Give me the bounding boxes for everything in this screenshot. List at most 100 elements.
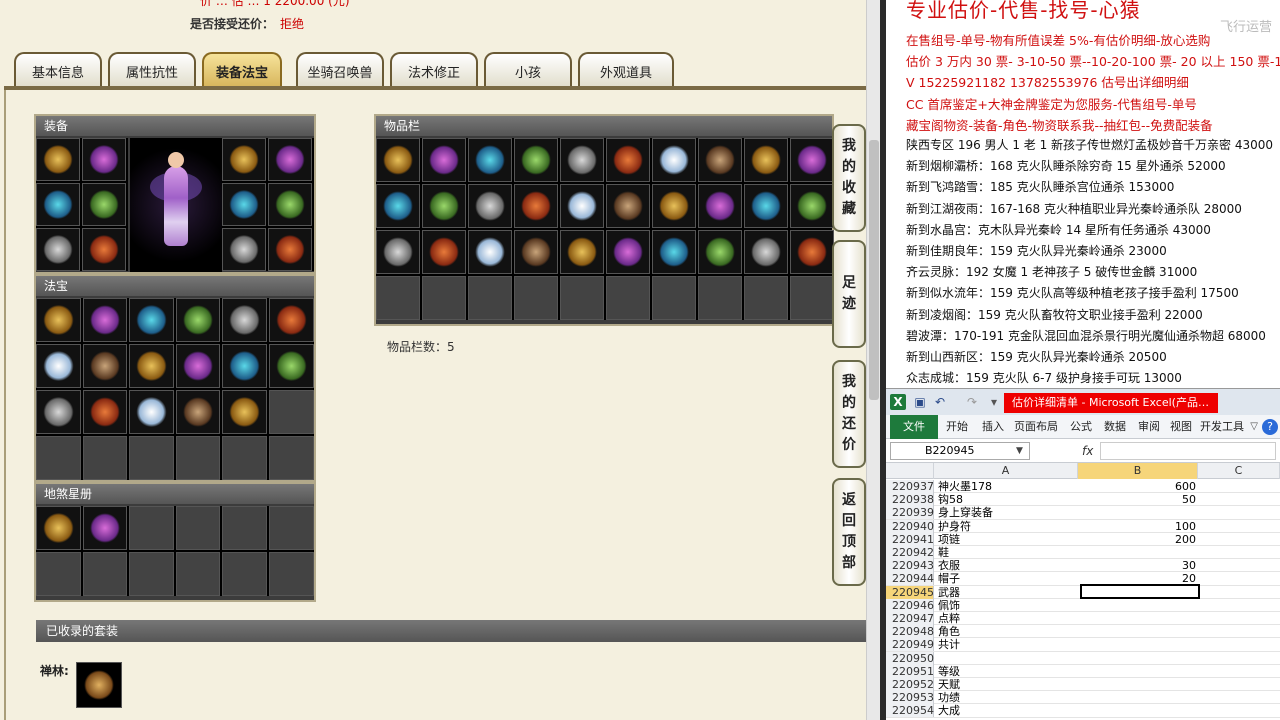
table-row[interactable]: 220945 武器 [886, 583, 1280, 599]
cell-a[interactable]: 共计 [938, 638, 1078, 651]
treasure-slot[interactable] [175, 344, 221, 388]
ribbon-tab-6[interactable]: 审阅 [1138, 415, 1160, 439]
inventory-slot[interactable] [790, 230, 834, 274]
cell-a[interactable]: 功绩 [938, 691, 1078, 704]
ribbon-tab-7[interactable]: 视图 [1170, 415, 1192, 439]
scrollbar-thumb[interactable] [869, 140, 879, 400]
cell-a[interactable]: 武器 [938, 586, 1078, 599]
row-number[interactable]: 220952 [886, 678, 934, 691]
ribbon-tab-0[interactable]: 文件 [890, 415, 938, 439]
cell-b[interactable]: 200 [1080, 533, 1196, 546]
table-row[interactable]: 220941 项链 200 [886, 532, 1280, 546]
table-row[interactable]: 220947 点粹 [886, 612, 1280, 626]
treasure-slot[interactable] [222, 436, 267, 480]
save-icon[interactable]: ▣ [912, 394, 928, 410]
equipment-slot[interactable] [36, 138, 80, 181]
equipment-slot[interactable] [222, 183, 266, 226]
inventory-slot[interactable] [606, 184, 650, 228]
cell-b[interactable]: 100 [1080, 520, 1196, 533]
tab-5[interactable]: 小孩 [484, 52, 572, 88]
treasure-slot[interactable] [36, 390, 81, 434]
treasure-slot[interactable] [268, 298, 314, 342]
tab-3[interactable]: 坐骑召唤兽 [296, 52, 384, 88]
row-number[interactable]: 220938 [886, 493, 934, 507]
redo-icon[interactable]: ↷ [964, 394, 980, 410]
cell-a[interactable]: 护身符 [938, 520, 1078, 533]
treasure-slot[interactable] [36, 436, 81, 480]
row-number[interactable]: 220948 [886, 625, 934, 639]
side-button-3[interactable]: 返回顶部 [832, 478, 866, 586]
inventory-slot[interactable] [468, 184, 512, 228]
row-number[interactable]: 220944 [886, 572, 934, 586]
equipment-slot[interactable] [268, 228, 312, 271]
inventory-slot[interactable] [376, 184, 420, 228]
inventory-slot[interactable] [468, 230, 512, 274]
table-row[interactable]: 220938 钩58 50 [886, 493, 1280, 507]
treasure-slot[interactable] [222, 390, 267, 434]
row-number[interactable]: 220954 [886, 704, 934, 718]
cell-a[interactable]: 等级 [938, 665, 1078, 678]
ribbon-tab-3[interactable]: 页面布局 [1014, 415, 1058, 439]
undo-icon[interactable]: ↶ [932, 394, 948, 410]
table-row[interactable]: 220954 大成 [886, 704, 1280, 718]
tab-0[interactable]: 基本信息 [14, 52, 102, 88]
table-row[interactable]: 220940 护身符 100 [886, 519, 1280, 533]
row-number[interactable]: 220941 [886, 532, 934, 546]
row-number[interactable]: 220949 [886, 638, 934, 652]
treasure-slot[interactable] [222, 344, 267, 388]
fx-label[interactable]: fx [1082, 442, 1093, 460]
inventory-slot[interactable] [744, 276, 788, 320]
formula-input[interactable] [1100, 442, 1276, 460]
treasure-slot[interactable] [268, 344, 314, 388]
inventory-slot[interactable] [376, 138, 420, 182]
cell-a[interactable]: 神火墨178 [938, 480, 1078, 493]
star-book-slot[interactable] [36, 552, 81, 596]
equipment-slot[interactable] [222, 228, 266, 271]
treasure-slot[interactable] [175, 298, 221, 342]
cell-a[interactable]: 项链 [938, 533, 1078, 546]
table-row[interactable]: 220951 等级 [886, 664, 1280, 678]
side-button-2[interactable]: 我的还价 [832, 360, 866, 468]
star-book-slot[interactable] [222, 552, 267, 596]
cell-a[interactable]: 点粹 [938, 612, 1078, 625]
cell-a[interactable]: 角色 [938, 625, 1078, 638]
equipment-slot[interactable] [82, 138, 126, 181]
tab-6[interactable]: 外观道具 [578, 52, 674, 88]
table-row[interactable]: 220937 神火墨178 600 [886, 480, 1280, 494]
side-button-0[interactable]: 我的收藏 [832, 124, 866, 232]
row-number[interactable]: 220945 [886, 585, 934, 599]
treasure-slot[interactable] [175, 390, 221, 434]
quick-access-caret-icon[interactable]: ▾ [986, 394, 1002, 410]
row-number[interactable]: 220940 [886, 519, 934, 533]
inventory-slot[interactable] [560, 138, 604, 182]
table-row[interactable]: 220949 共计 [886, 638, 1280, 652]
star-book-slot[interactable] [82, 506, 128, 550]
table-row[interactable]: 220943 衣服 30 [886, 559, 1280, 573]
equipment-slot[interactable] [36, 183, 80, 226]
star-book-slot[interactable] [268, 552, 314, 596]
inventory-slot[interactable] [744, 138, 788, 182]
row-number[interactable]: 220951 [886, 664, 934, 678]
ribbon-tab-4[interactable]: 公式 [1070, 415, 1092, 439]
cell-a[interactable]: 大成 [938, 704, 1078, 717]
treasure-slot[interactable] [222, 298, 267, 342]
inventory-slot[interactable] [606, 138, 650, 182]
ribbon-tab-2[interactable]: 插入 [982, 415, 1004, 439]
ribbon-tab-8[interactable]: 开发工具 [1200, 415, 1244, 439]
star-book-slot[interactable] [36, 506, 81, 550]
row-number[interactable]: 220939 [886, 506, 934, 520]
ribbon-collapse-icon[interactable]: ▽ [1250, 415, 1258, 439]
treasure-slot[interactable] [82, 390, 128, 434]
treasure-slot[interactable] [268, 436, 314, 480]
cell-b[interactable]: 600 [1080, 480, 1196, 493]
treasure-slot[interactable] [129, 298, 174, 342]
inventory-slot[interactable] [514, 184, 558, 228]
equipment-slot[interactable] [82, 183, 126, 226]
inventory-slot[interactable] [744, 230, 788, 274]
inventory-slot[interactable] [560, 184, 604, 228]
table-row[interactable]: 220948 角色 [886, 625, 1280, 639]
cell-a[interactable]: 钩58 [938, 493, 1078, 506]
star-book-slot[interactable] [129, 506, 174, 550]
cell-b[interactable]: 30 [1080, 559, 1196, 572]
inventory-slot[interactable] [422, 276, 466, 320]
